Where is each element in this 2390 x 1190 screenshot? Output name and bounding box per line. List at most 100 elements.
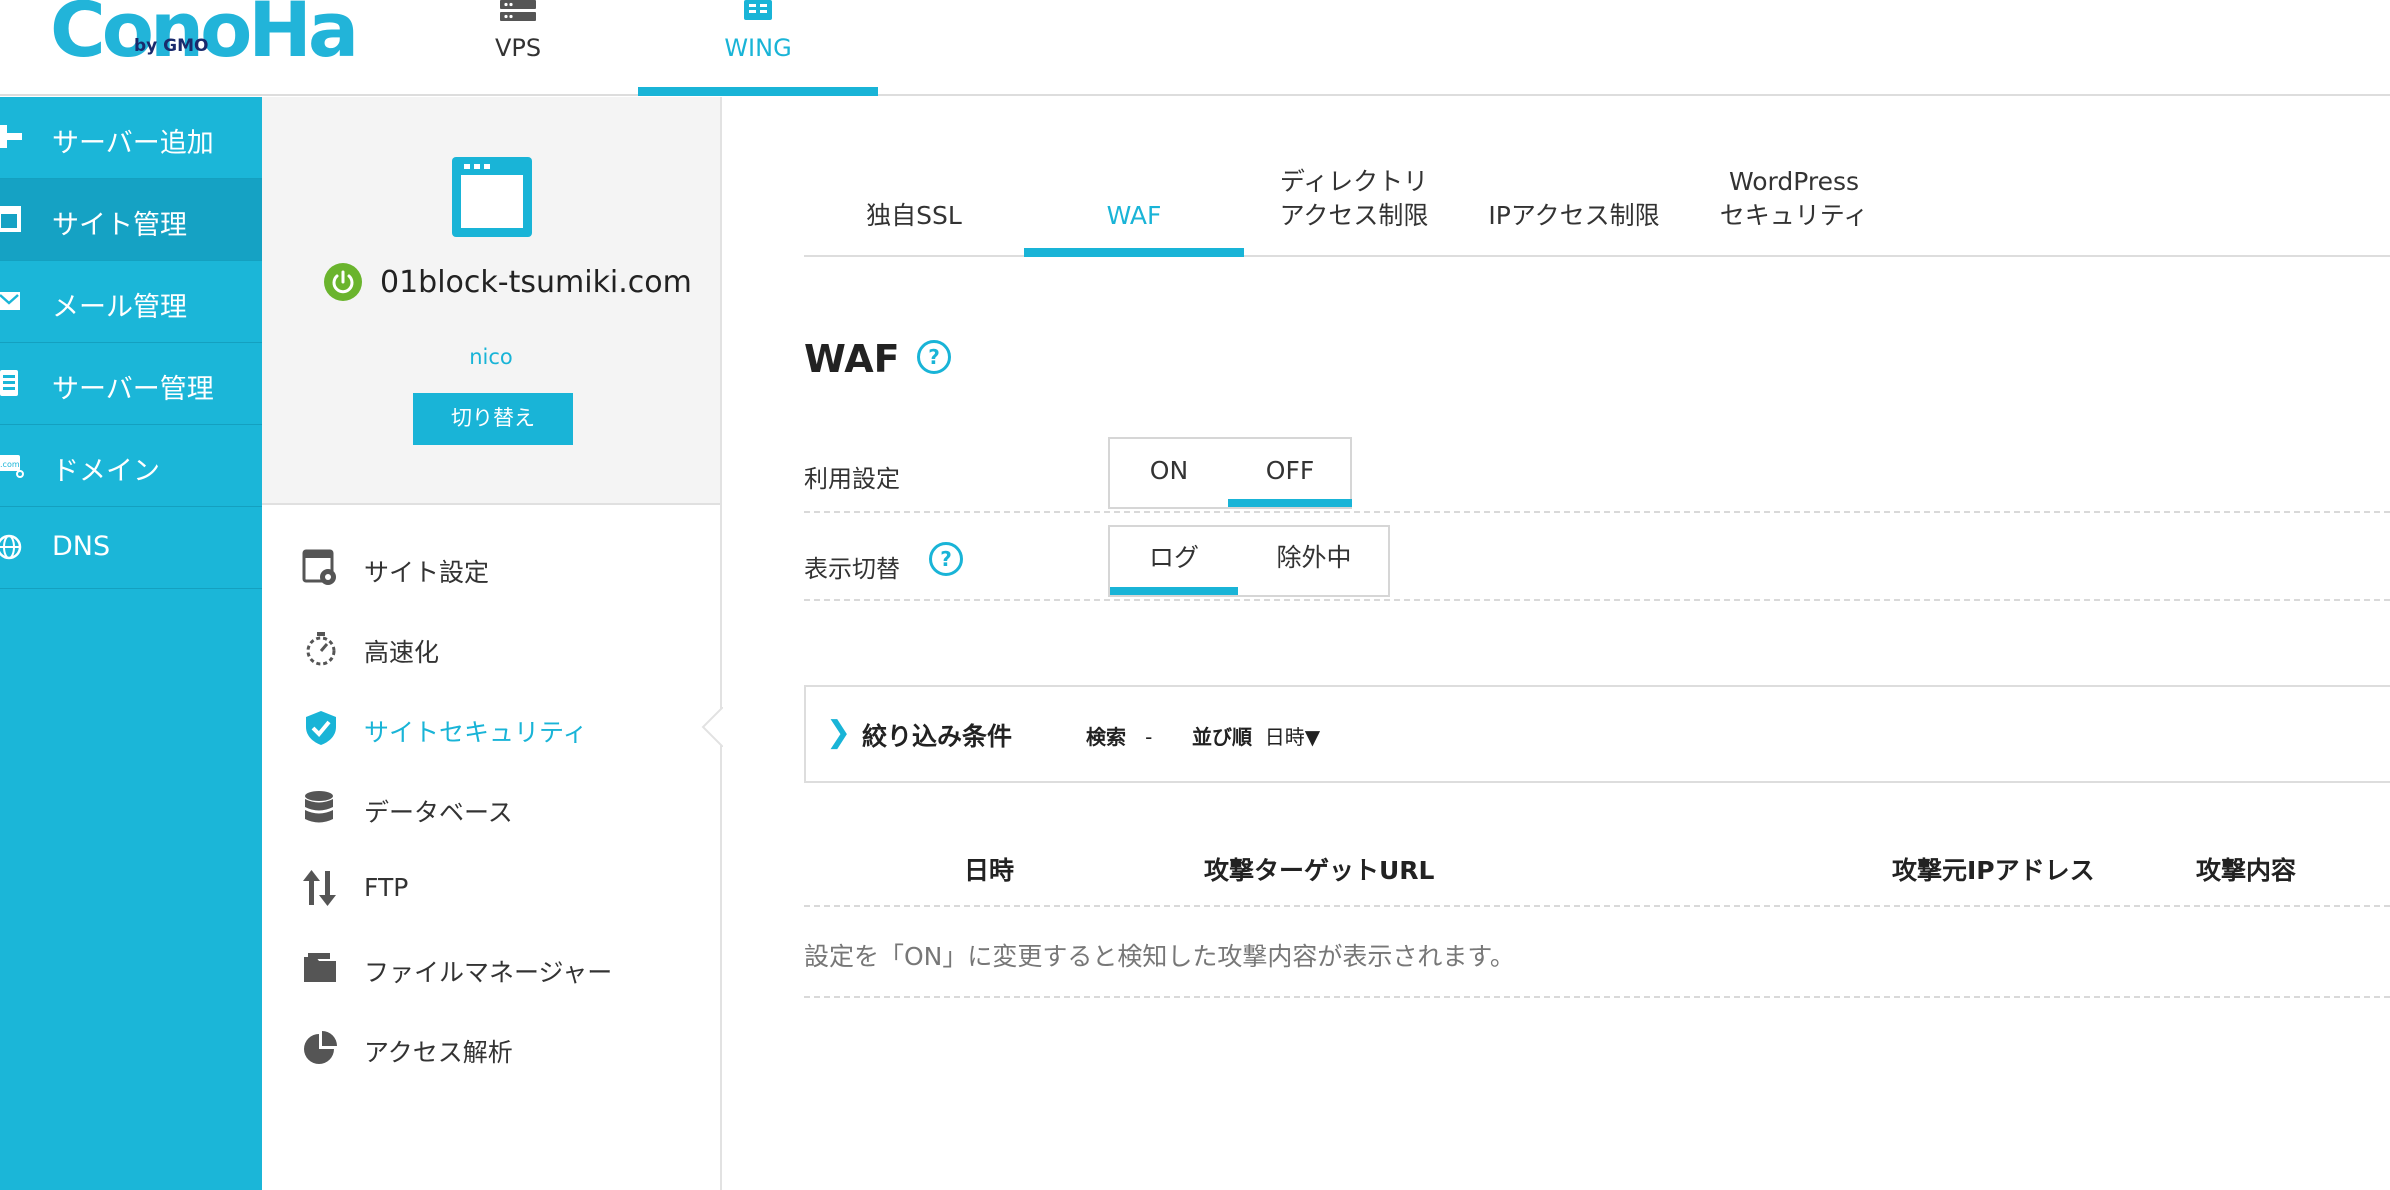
site-menu-item-ftp[interactable]: FTP	[302, 865, 682, 915]
usage-off-option[interactable]: OFF	[1228, 439, 1352, 507]
display-excluded-option[interactable]: 除外中	[1238, 527, 1390, 595]
transfer-arrows-icon	[303, 870, 336, 906]
filter-sort-value: 日時▼	[1264, 725, 1321, 749]
display-excluded-label: 除外中	[1276, 543, 1352, 572]
globe-icon	[0, 534, 22, 560]
tab-active-bar	[1024, 248, 1244, 257]
tab-label: 独自SSL	[866, 201, 962, 230]
site-menu-item-access-analysis[interactable]: アクセス解析	[302, 1025, 682, 1075]
sidebar-item-label: サーバー追加	[52, 128, 214, 159]
filter-title[interactable]: 絞り込み条件	[862, 717, 1012, 753]
switch-site-button[interactable]: 切り替え	[413, 393, 573, 445]
svg-text:.com: .com	[0, 460, 20, 469]
tab-directory-access[interactable]: ディレクトリ アクセス制限	[1244, 157, 1464, 255]
site-settings-icon	[302, 549, 336, 585]
site-menu-item-database[interactable]: データベース	[302, 785, 682, 835]
usage-setting-row: 利用設定 ON OFF	[804, 437, 2390, 513]
display-log-option[interactable]: ログ	[1110, 527, 1238, 595]
site-menu-item-site-settings[interactable]: サイト設定	[302, 545, 682, 595]
database-icon	[305, 791, 333, 823]
filter-search: 検索 -	[1086, 721, 1152, 750]
site-menu-item-speedup[interactable]: 高速化	[302, 625, 682, 675]
site-panel: 01block-tsumiki.com nico 切り替え サイト設定 高速化 …	[262, 97, 723, 1190]
svg-text:?: ?	[940, 547, 952, 571]
column-header-datetime: 日時	[964, 856, 1015, 885]
power-icon[interactable]	[324, 263, 362, 301]
sidebar-item-site-management[interactable]: サイト管理	[0, 179, 262, 261]
server-icon	[500, 0, 536, 21]
site-menu-label: FTP	[364, 873, 409, 902]
column-header-attack-content: 攻撃内容	[2196, 856, 2297, 885]
tab-waf[interactable]: WAF	[1024, 157, 1244, 257]
chevron-right-icon[interactable]: ❯	[826, 715, 851, 750]
sidebar-item-dns[interactable]: DNS	[0, 507, 262, 589]
tab-label: IPアクセス制限	[1488, 201, 1660, 230]
filter-search-label: 検索	[1086, 725, 1126, 749]
empty-table-message: 設定を「ON」に変更すると検知した攻撃内容が表示されます。	[804, 942, 1515, 971]
primary-sidebar: サーバー追加 サイト管理 メール管理 サーバー管理 .com ドメイン DNS	[0, 97, 262, 1190]
sidebar-item-label: ドメイン	[52, 456, 160, 487]
filter-sort-label: 並び順	[1192, 725, 1252, 749]
site-user: nico	[469, 345, 513, 369]
domain-icon: .com	[0, 455, 24, 478]
sidebar-item-label: サイト管理	[52, 210, 187, 241]
site-menu-label: サイト設定	[364, 558, 490, 587]
sidebar-item-server-management[interactable]: サーバー管理	[0, 343, 262, 425]
usage-on-option[interactable]: ON	[1110, 439, 1228, 507]
display-switch-label: 表示切替	[804, 555, 900, 583]
column-header-target-url: 攻撃ターゲットURL	[1204, 856, 1435, 885]
display-log-label: ログ	[1148, 543, 1199, 572]
sidebar-item-label: メール管理	[52, 292, 187, 323]
conoha-logo[interactable]: ConoHa by GMO	[50, 0, 359, 70]
filter-sort: 並び順 日時▼	[1192, 721, 1320, 750]
usage-off-label: OFF	[1265, 456, 1315, 485]
site-menu-item-site-security[interactable]: サイトセキュリティ	[302, 705, 682, 755]
tab-vps[interactable]: VPS	[398, 0, 638, 96]
active-pointer	[701, 707, 723, 747]
svg-text:?: ?	[928, 345, 940, 369]
log-table-header: 日時 攻撃ターゲットURL 攻撃元IPアドレス 攻撃内容	[804, 837, 2390, 907]
server-stack-icon	[744, 0, 772, 20]
usage-selected-bar	[1228, 499, 1352, 507]
help-icon[interactable]: ?	[928, 541, 964, 577]
usage-on-label: ON	[1149, 456, 1189, 485]
column-header-source-ip: 攻撃元IPアドレス	[1892, 856, 2095, 885]
page-title: WAF	[804, 337, 900, 381]
site-menu-label: アクセス解析	[364, 1038, 513, 1067]
sidebar-item-domain[interactable]: .com ドメイン	[0, 425, 262, 507]
site-menu-label: サイトセキュリティ	[364, 718, 588, 747]
site-menu-label: ファイルマネージャー	[364, 958, 613, 987]
site-domain: 01block-tsumiki.com	[380, 265, 692, 300]
pie-chart-icon	[304, 1031, 337, 1064]
sidebar-item-add-server[interactable]: サーバー追加	[0, 97, 262, 179]
sidebar-item-mail-management[interactable]: メール管理	[0, 261, 262, 343]
logo-sub: by GMO	[134, 36, 209, 56]
display-toggle: ログ 除外中	[1108, 525, 1390, 597]
help-icon[interactable]: ?	[916, 339, 952, 375]
sidebar-item-label: DNS	[52, 531, 111, 562]
site-menu-item-file-manager[interactable]: ファイルマネージャー	[302, 945, 682, 995]
tab-wing-active-bar	[638, 87, 878, 96]
top-header: ConoHa by GMO VPS WING	[0, 0, 2390, 96]
usage-setting-label: 利用設定	[804, 465, 900, 493]
table-row: 設定を「ON」に変更すると検知した攻撃内容が表示されます。	[804, 909, 2390, 998]
tab-ip-access[interactable]: IPアクセス制限	[1464, 157, 1684, 255]
tab-custom-ssl[interactable]: 独自SSL	[804, 157, 1024, 255]
window-icon	[0, 206, 21, 232]
tab-wordpress-security[interactable]: WordPress セキュリティ	[1684, 157, 1904, 255]
mail-icon	[0, 292, 20, 310]
main-content: 独自SSL WAF ディレクトリ アクセス制限 IPアクセス制限 WordPre…	[724, 97, 2390, 1190]
display-selected-bar	[1110, 587, 1238, 595]
filter-panel: ❯ 絞り込み条件 検索 - 並び順 日時▼	[804, 685, 2390, 783]
site-menu-label: データベース	[364, 798, 513, 827]
tab-line1: ディレクトリ	[1279, 167, 1429, 196]
logo-text: ConoHa	[50, 0, 359, 74]
usage-toggle: ON OFF	[1108, 437, 1352, 509]
display-switch-row: 表示切替 ? ログ 除外中	[804, 515, 2390, 601]
site-window-icon	[452, 157, 532, 237]
server-doc-icon	[0, 370, 18, 396]
tab-label: WAF	[1106, 201, 1162, 230]
tab-wing-label: WING	[724, 34, 792, 62]
tab-wing[interactable]: WING	[638, 0, 878, 96]
filter-search-value: -	[1145, 725, 1153, 749]
